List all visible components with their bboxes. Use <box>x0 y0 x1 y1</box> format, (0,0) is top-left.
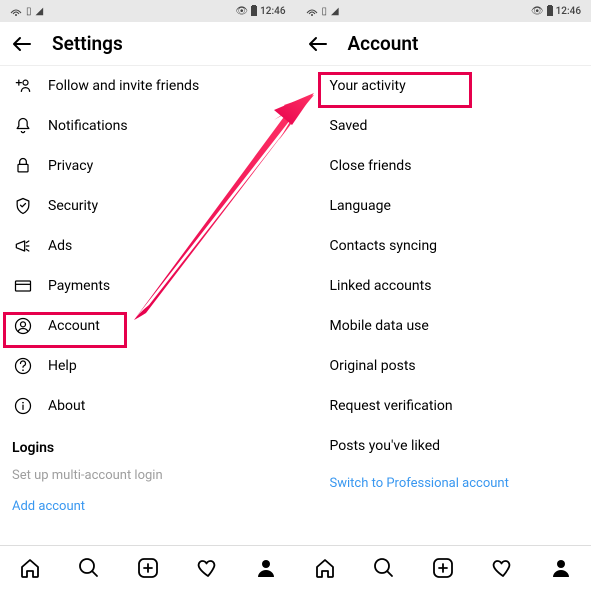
list-item-label: Mobile data use <box>330 318 429 334</box>
list-item-label: Ads <box>48 238 72 254</box>
home-icon[interactable] <box>313 556 337 580</box>
info-icon <box>12 395 34 417</box>
heart-icon[interactable] <box>195 556 219 580</box>
account-item-original[interactable]: Original posts <box>296 346 591 386</box>
list-item-label: Linked accounts <box>330 278 432 294</box>
battery-icon <box>250 5 258 17</box>
wifi-icon <box>306 6 318 16</box>
settings-item-payments[interactable]: Payments <box>0 266 296 306</box>
list-item-label: Language <box>330 198 391 214</box>
wifi-icon <box>10 6 22 16</box>
lock-icon <box>12 155 34 177</box>
list-item-label: Request verification <box>330 398 453 414</box>
settings-header: Settings <box>0 22 296 66</box>
back-arrow-icon[interactable] <box>10 32 34 56</box>
profile-icon[interactable] <box>254 556 278 580</box>
status-bar: ▯◢ 👁 12:46 <box>0 0 296 22</box>
status-time: 👁 12:46 <box>235 5 285 17</box>
list-item-label: Contacts syncing <box>330 238 438 254</box>
status-bar: ▯◢ 👁 12:46 <box>296 0 591 22</box>
settings-title: Settings <box>52 32 123 55</box>
account-item-contacts[interactable]: Contacts syncing <box>296 226 591 266</box>
status-icons-left: ▯◢ <box>306 6 339 17</box>
list-item-label: Your activity <box>330 78 406 94</box>
search-icon[interactable] <box>77 556 101 580</box>
list-item-label: Security <box>48 198 98 214</box>
bottom-nav <box>296 545 591 589</box>
bottom-nav <box>0 545 296 589</box>
account-item-saved[interactable]: Saved <box>296 106 591 146</box>
help-icon <box>12 355 34 377</box>
account-header: Account <box>296 22 591 66</box>
settings-item-account[interactable]: Account <box>0 306 296 346</box>
search-icon[interactable] <box>372 556 396 580</box>
account-title: Account <box>348 32 419 55</box>
settings-item-help[interactable]: Help <box>0 346 296 386</box>
switch-professional-link[interactable]: Switch to Professional account <box>296 466 591 501</box>
add-post-icon[interactable] <box>431 556 455 580</box>
account-item-close-friends[interactable]: Close friends <box>296 146 591 186</box>
multi-account-subtext[interactable]: Set up multi-account login <box>0 462 296 489</box>
list-item-label: Payments <box>48 278 110 294</box>
user-circle-icon <box>12 315 34 337</box>
settings-item-about[interactable]: About <box>0 386 296 426</box>
bell-icon <box>12 115 34 137</box>
add-post-icon[interactable] <box>136 556 160 580</box>
account-item-activity[interactable]: Your activity <box>296 66 591 106</box>
logins-section-header: Logins <box>0 426 296 462</box>
back-arrow-icon[interactable] <box>306 32 330 56</box>
account-pane: ▯◢ 👁 12:46 Account Your activity Saved C… <box>296 0 591 589</box>
settings-list: Follow and invite friends Notifications … <box>0 66 296 545</box>
list-item-label: Follow and invite friends <box>48 78 199 94</box>
status-icons-left: ▯◢ <box>10 6 43 17</box>
account-item-linked[interactable]: Linked accounts <box>296 266 591 306</box>
card-icon <box>12 275 34 297</box>
account-item-verification[interactable]: Request verification <box>296 386 591 426</box>
home-icon[interactable] <box>18 556 42 580</box>
list-item-label: Notifications <box>48 118 128 134</box>
settings-item-privacy[interactable]: Privacy <box>0 146 296 186</box>
account-item-mobile-data[interactable]: Mobile data use <box>296 306 591 346</box>
account-item-posts-liked[interactable]: Posts you've liked <box>296 426 591 466</box>
battery-icon <box>546 5 554 17</box>
settings-pane: ▯◢ 👁 12:46 Settings Follow and invite fr… <box>0 0 296 589</box>
list-item-label: Privacy <box>48 158 93 174</box>
list-item-label: Saved <box>330 118 368 134</box>
settings-item-follow[interactable]: Follow and invite friends <box>0 66 296 106</box>
add-account-link[interactable]: Add account <box>0 489 296 524</box>
shield-icon <box>12 195 34 217</box>
list-item-label: Original posts <box>330 358 416 374</box>
profile-icon[interactable] <box>549 556 573 580</box>
add-user-icon <box>12 75 34 97</box>
settings-item-security[interactable]: Security <box>0 186 296 226</box>
account-item-language[interactable]: Language <box>296 186 591 226</box>
list-item-label: Posts you've liked <box>330 438 441 454</box>
account-list: Your activity Saved Close friends Langua… <box>296 66 591 545</box>
heart-icon[interactable] <box>490 556 514 580</box>
megaphone-icon <box>12 235 34 257</box>
status-time: 👁 12:46 <box>531 5 581 17</box>
list-item-label: Close friends <box>330 158 412 174</box>
settings-item-notifications[interactable]: Notifications <box>0 106 296 146</box>
settings-item-ads[interactable]: Ads <box>0 226 296 266</box>
list-item-label: Account <box>48 318 100 334</box>
list-item-label: About <box>48 398 85 414</box>
list-item-label: Help <box>48 358 77 374</box>
